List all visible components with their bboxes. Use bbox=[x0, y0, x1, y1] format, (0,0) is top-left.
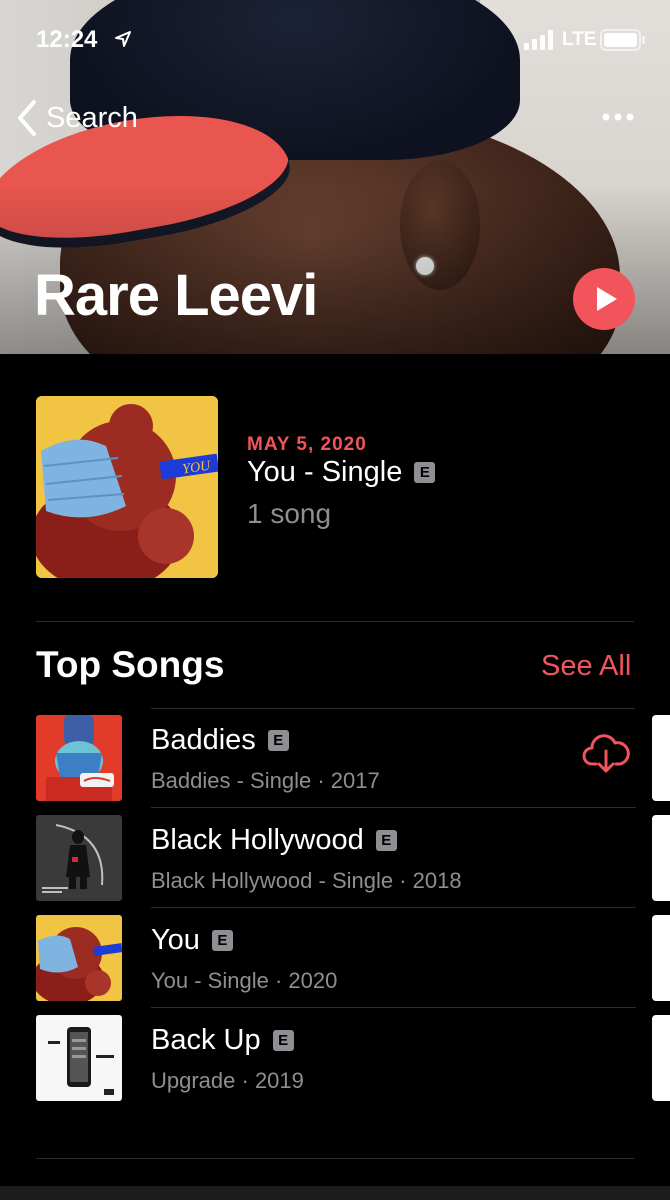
song-artwork bbox=[36, 915, 122, 1001]
chevron-left-icon bbox=[18, 100, 36, 136]
song-artwork-image bbox=[36, 1015, 122, 1101]
song-subtitle: Baddies - Single · 2017 bbox=[151, 768, 380, 793]
back-button-label: Search bbox=[46, 101, 138, 134]
play-artist-button[interactable] bbox=[573, 268, 635, 330]
release-artwork-image: YOU bbox=[36, 396, 218, 578]
top-songs-heading: Top Songs bbox=[36, 644, 225, 685]
release-artwork: YOU bbox=[36, 396, 218, 578]
status-time: 12:24 bbox=[36, 26, 98, 53]
back-button[interactable]: Search bbox=[14, 96, 138, 140]
song-row[interactable]: Back Up E Upgrade · 2019 bbox=[36, 1008, 636, 1108]
network-type: LTE bbox=[562, 29, 597, 50]
explicit-badge: E bbox=[267, 730, 289, 751]
song-title: Baddies bbox=[151, 724, 256, 756]
song-artwork-image bbox=[36, 915, 122, 1001]
song-title-row: Back Up E bbox=[151, 1024, 294, 1057]
next-column-card[interactable] bbox=[652, 815, 670, 901]
status-bar: 12:24 LTE bbox=[0, 0, 670, 80]
section-divider bbox=[36, 1158, 634, 1159]
cloud-download-icon[interactable] bbox=[582, 734, 630, 774]
see-all-link[interactable]: See All bbox=[541, 650, 631, 683]
more-options-icon[interactable] bbox=[598, 104, 638, 130]
release-song-count: 1 song bbox=[247, 498, 332, 529]
artist-name: Rare Leevi bbox=[34, 263, 318, 328]
next-column-card[interactable] bbox=[652, 715, 670, 801]
explicit-badge: E bbox=[375, 830, 397, 851]
song-title-row: You E bbox=[151, 924, 233, 957]
latest-release[interactable]: YOU MAY 5, 2020 You - Single E 1 song bbox=[36, 396, 634, 580]
song-row[interactable]: Baddies E Baddies - Single · 2017 bbox=[36, 708, 636, 808]
song-title: Black Hollywood bbox=[151, 824, 364, 856]
song-artwork-image bbox=[36, 715, 122, 801]
play-icon bbox=[597, 287, 617, 311]
song-subtitle: Black Hollywood - Single · 2018 bbox=[151, 868, 462, 893]
song-title: You bbox=[151, 924, 200, 956]
song-artwork-image bbox=[36, 815, 122, 901]
song-row[interactable]: Black Hollywood E Black Hollywood - Sing… bbox=[36, 808, 636, 908]
song-subtitle: Upgrade · 2019 bbox=[151, 1068, 304, 1093]
song-title: Back Up bbox=[151, 1024, 261, 1056]
explicit-badge: E bbox=[211, 930, 233, 951]
location-arrow-icon bbox=[115, 31, 131, 47]
song-artwork bbox=[36, 715, 122, 801]
next-column-card[interactable] bbox=[652, 1015, 670, 1101]
next-column-card[interactable] bbox=[652, 915, 670, 1001]
bottom-bar bbox=[0, 1186, 670, 1200]
song-row[interactable]: You E You - Single · 2020 bbox=[36, 908, 636, 1008]
song-title-row: Black Hollywood E bbox=[151, 824, 397, 857]
explicit-badge: E bbox=[272, 1030, 294, 1051]
release-title-row: You - Single E bbox=[247, 456, 436, 489]
song-artwork bbox=[36, 815, 122, 901]
cellular-signal-icon bbox=[524, 30, 553, 50]
explicit-badge: E bbox=[414, 462, 436, 483]
release-date: MAY 5, 2020 bbox=[247, 434, 367, 455]
song-subtitle: You - Single · 2020 bbox=[151, 968, 338, 993]
song-artwork bbox=[36, 1015, 122, 1101]
song-title-row: Baddies E bbox=[151, 724, 289, 757]
section-divider bbox=[36, 621, 634, 622]
battery-icon bbox=[600, 29, 645, 51]
release-title: You - Single bbox=[247, 456, 403, 488]
